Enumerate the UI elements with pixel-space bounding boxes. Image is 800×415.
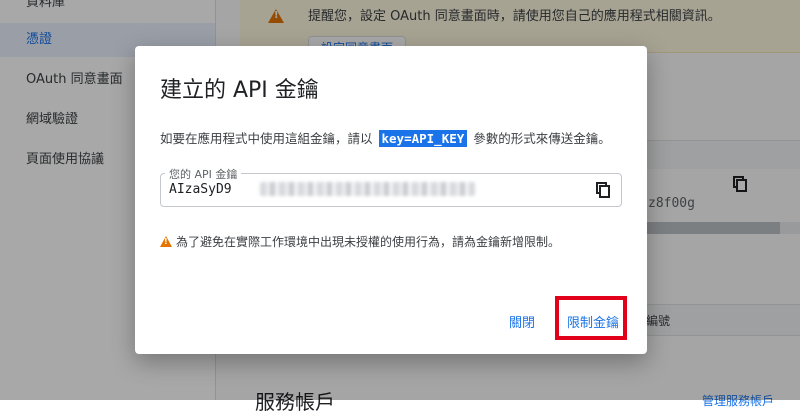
key-param-code: key=API_KEY bbox=[378, 130, 468, 147]
highlight-annotation-box bbox=[555, 296, 627, 340]
api-key-value[interactable]: AIzaSyD9 bbox=[169, 182, 232, 197]
copy-key-icon[interactable] bbox=[596, 182, 610, 198]
restriction-warning-text: 為了避免在實際工作環境中出現未授權的使用行為，請為金鑰新增限制。 bbox=[176, 235, 561, 249]
restriction-warning: 為了避免在實際工作環境中出現未授權的使用行為，請為金鑰新增限制。 bbox=[160, 233, 560, 250]
dialog-title: 建立的 API 金鑰 bbox=[160, 78, 319, 103]
close-button[interactable]: 關閉 bbox=[509, 312, 535, 331]
description-text-before: 如要在應用程式中使用這組金鑰，請以 bbox=[160, 131, 373, 146]
redacted-key-blur bbox=[260, 182, 475, 196]
description-text-after: 參數的形式來傳送金鑰。 bbox=[473, 131, 611, 146]
dialog-description: 如要在應用程式中使用這組金鑰，請以 key=API_KEY 參數的形式來傳送金鑰… bbox=[160, 128, 611, 147]
api-key-field-label: 您的 API 金鑰 bbox=[165, 166, 242, 182]
warning-icon bbox=[160, 236, 172, 247]
